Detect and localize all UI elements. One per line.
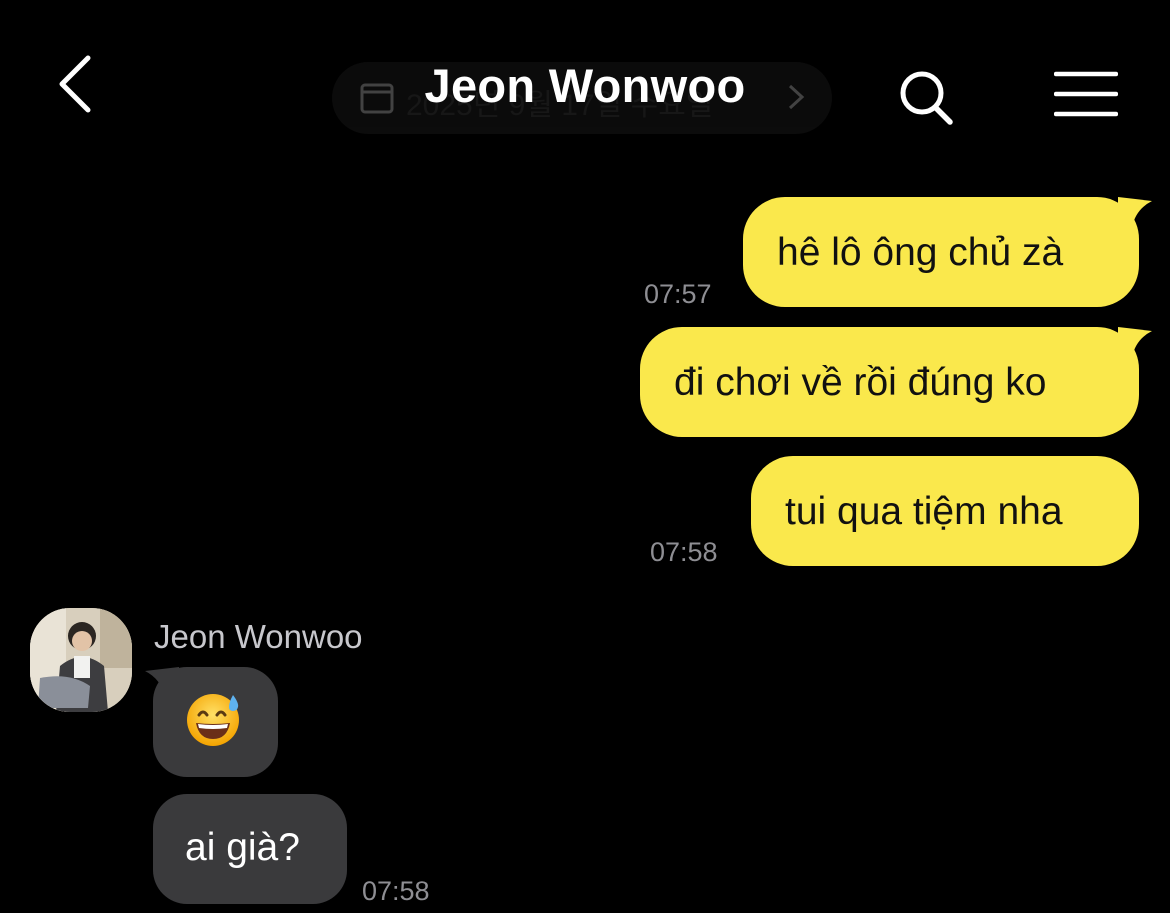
bubble-tail-icon (1118, 197, 1152, 227)
grinning-face-with-sweat-icon (187, 694, 239, 746)
message-text: ai già? (185, 826, 300, 869)
avatar[interactable] (30, 608, 132, 712)
message-timestamp: 07:58 (650, 537, 718, 567)
message-text: tui qua tiệm nha (785, 490, 1063, 533)
chat-header: 2025년 9월 17일 수요일 Jeon Wonwoo (0, 0, 1170, 170)
message-timestamp: 07:58 (362, 876, 430, 906)
outgoing-message-bubble[interactable]: tui qua tiệm nha (751, 456, 1139, 566)
outgoing-message-bubble[interactable]: hê lô ông chủ zà (743, 197, 1139, 307)
bubble-tail-icon (1118, 327, 1152, 357)
incoming-message-bubble[interactable]: ai già? (153, 794, 347, 904)
message-text: đi chơi về rồi đúng ko (674, 361, 1047, 404)
message-text: hê lô ông chủ zà (777, 231, 1064, 274)
menu-button[interactable] (1053, 70, 1119, 120)
bubble-tail-icon (145, 667, 179, 697)
search-icon (900, 71, 953, 125)
search-button[interactable] (896, 66, 956, 128)
profile-photo (30, 608, 132, 712)
chat-title: Jeon Wonwoo (424, 59, 746, 112)
hamburger-menu-icon (1053, 71, 1119, 117)
outgoing-message-bubble[interactable]: đi chơi về rồi đúng ko (640, 327, 1139, 437)
message-timestamp: 07:57 (644, 279, 712, 309)
sender-name: Jeon Wonwoo (154, 618, 363, 655)
